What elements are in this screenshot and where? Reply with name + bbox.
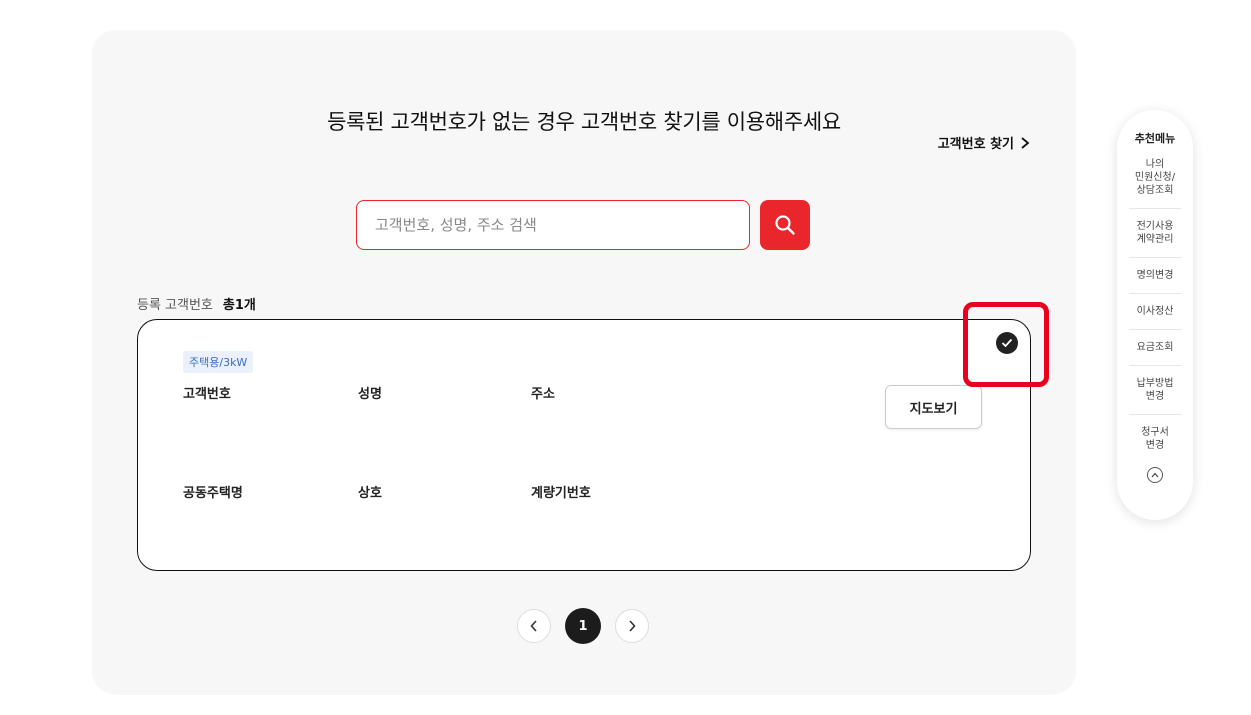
chevron-right-icon <box>1021 136 1030 149</box>
registered-count-label: 등록 고객번호 총1개 <box>137 294 256 313</box>
customer-card[interactable]: 주택용/3kW 고객번호 성명 주소 공동주택명 상호 계량기번호 지도보기 <box>137 319 1031 571</box>
chevron-right-icon <box>629 620 636 632</box>
quick-item-move-settlement[interactable]: 이사정산 <box>1129 293 1181 329</box>
quick-menu: 추천메뉴 나의 민원신청/ 상담조회 전기사용 계약관리 명의변경 이사정산 요… <box>1117 110 1193 520</box>
quick-item-payment-method[interactable]: 납부방법 변경 <box>1129 365 1181 414</box>
quick-menu-title: 추천메뉴 <box>1134 132 1176 145</box>
field-apartment-name: 공동주택명 <box>183 486 243 501</box>
main-panel: 등록된 고객번호가 없는 경우 고객번호 찾기를 이용해주세요 고객번호 찾기 … <box>92 30 1076 695</box>
map-view-button[interactable]: 지도보기 <box>885 385 982 429</box>
prev-page-button[interactable] <box>517 609 551 643</box>
quick-item-name-change[interactable]: 명의변경 <box>1129 257 1181 293</box>
field-name: 성명 <box>358 387 382 402</box>
chevron-up-icon <box>1151 472 1159 478</box>
field-meter-number: 계량기번호 <box>531 486 591 501</box>
page-title: 등록된 고객번호가 없는 경우 고객번호 찾기를 이용해주세요 <box>327 110 841 134</box>
chevron-left-icon <box>530 620 537 632</box>
search-input[interactable] <box>356 200 750 250</box>
quick-item-bill-inquiry[interactable]: 요금조회 <box>1129 329 1181 365</box>
next-page-button[interactable] <box>615 609 649 643</box>
field-business-name: 상호 <box>358 486 382 501</box>
search-button[interactable] <box>760 200 810 250</box>
usage-badge: 주택용/3kW <box>183 351 254 373</box>
quick-item-my-requests[interactable]: 나의 민원신청/ 상담조회 <box>1129 156 1181 208</box>
pagination: 1 <box>517 608 649 644</box>
selection-highlight-box <box>963 302 1049 387</box>
find-customer-number-link[interactable]: 고객번호 찾기 <box>938 133 1030 152</box>
page-number-current[interactable]: 1 <box>565 608 601 644</box>
quick-item-invoice-change[interactable]: 청구서 변경 <box>1129 414 1181 463</box>
scroll-top-icon[interactable] <box>1147 467 1163 483</box>
registered-label: 등록 고객번호 <box>137 298 213 313</box>
search-icon <box>775 215 795 235</box>
quick-item-contract[interactable]: 전기사용 계약관리 <box>1129 208 1181 257</box>
field-customer-number: 고객번호 <box>183 387 231 402</box>
registered-count: 총1개 <box>222 298 256 313</box>
field-address: 주소 <box>531 387 555 402</box>
find-link-label: 고객번호 찾기 <box>937 137 1014 152</box>
